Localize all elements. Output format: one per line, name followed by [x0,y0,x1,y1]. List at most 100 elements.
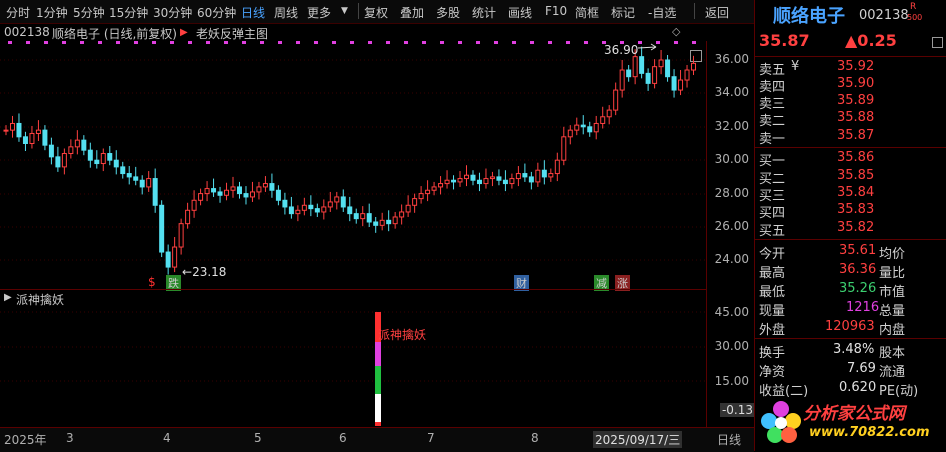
signal-dot [116,41,120,44]
ask1-price[interactable]: 35.87 [837,128,874,143]
main-chart-panel[interactable]: 36.90 ←23.18 $ 跌 财 减 涨 [0,41,706,291]
candle-body [152,178,158,206]
candle-body [626,69,632,78]
bid3-price[interactable]: 35.84 [837,185,874,200]
current-volume-label: 现量 [759,304,786,319]
bid1-price[interactable]: 35.86 [837,150,874,165]
candle-body [412,198,418,206]
candle-body [691,62,697,71]
candle-body [522,173,528,178]
diamond-icon[interactable]: ◇ [672,25,680,38]
watermark-logo: 分析家公式网 www.70822.com [759,397,945,449]
tab-daily[interactable]: 日线 [241,4,265,21]
dividend-marker[interactable]: $ [148,275,156,289]
y-tick: 34.00 [714,85,749,99]
candle-body [606,109,612,118]
chevron-down-icon[interactable]: ▼ [341,6,348,16]
signal-dot [26,41,30,44]
toolbar-divider [358,3,359,19]
candle-body [541,169,547,178]
candle-body [600,116,606,124]
quote-panel: 顺络电子 002138 R 500 35.87 ▲0.25 卖五 ¥ 35.92… [754,0,946,451]
bid5-label: 买五 [759,224,786,239]
ask4-price[interactable]: 35.90 [837,76,874,91]
candle-body [684,69,690,81]
signal-dot [368,41,372,44]
adjust-button[interactable]: 复权 [364,4,388,21]
candle-body [308,204,314,210]
candle-body [580,124,586,128]
candle-body [55,156,61,168]
signal-dot [656,41,660,44]
volume-ratio-label: 量比 [879,266,906,281]
expand-icon[interactable]: ▶ [180,27,188,38]
tab-30min[interactable]: 30分钟 [153,4,192,21]
signal-dot [530,41,534,44]
signal-bar-segment [375,342,381,366]
candle-body [314,208,320,213]
watchlist-remove-button[interactable]: -自选 [648,4,676,21]
y-tick: 26.00 [714,219,749,233]
candle-body [451,179,457,183]
candle-body [327,201,333,208]
bid5-price[interactable]: 35.82 [837,220,874,235]
signal-dot [332,41,336,44]
sub-y-tick: 30.00 [714,339,749,353]
tab-timeshare[interactable]: 分时 [6,4,30,21]
mark-button[interactable]: 标记 [611,4,635,21]
back-button[interactable]: 返回 [705,4,729,21]
candle-body [139,179,145,188]
indicator-name[interactable]: 老妖反弹主图 [196,25,268,42]
bid4-price[interactable]: 35.83 [837,202,874,217]
candle-body [496,176,502,181]
simple-frame-button[interactable]: 简框 [575,4,599,21]
candlestick-chart[interactable] [0,41,706,289]
tab-15min[interactable]: 15分钟 [109,4,148,21]
signal-dot [638,41,642,44]
candle-body [9,122,15,131]
candle-body [373,221,379,226]
candle-body [87,149,93,161]
panel-toggle-icon[interactable] [932,37,943,48]
candle-body [652,66,658,84]
signal-bar-segment [375,366,381,394]
ask5-price[interactable]: 35.92 [837,59,874,74]
statistics-button[interactable]: 统计 [472,4,496,21]
period-toolbar: 分时 1分钟 5分钟 15分钟 30分钟 60分钟 日线 周线 更多 ▼ 复权 … [0,0,754,24]
multi-stock-button[interactable]: 多股 [436,4,460,21]
f10-button[interactable]: F10 [545,4,567,18]
low-price-value: 23.18 [192,265,227,279]
bid2-price[interactable]: 35.85 [837,168,874,183]
signal-dot [458,41,462,44]
ask1-label: 卖一 [759,132,786,147]
candle-body [360,213,366,220]
signal-bar-chart[interactable] [0,290,706,428]
current-value-tag: -0.13 [719,403,755,417]
total-volume-label: 总量 [879,304,906,319]
tab-1min[interactable]: 1分钟 [36,4,68,21]
tab-60min[interactable]: 60分钟 [197,4,236,21]
candle-body [42,129,48,146]
tab-more[interactable]: 更多 [307,4,331,21]
candle-body [619,69,625,91]
candle-body [392,216,398,225]
signal-dot [224,41,228,44]
candle-body [262,183,268,188]
high-price-label: 36.90 [604,43,639,57]
sub-chart-panel[interactable]: ▶ 派神擒妖 派神擒妖 [0,289,706,428]
tab-weekly[interactable]: 周线 [274,4,298,21]
ask3-price[interactable]: 35.89 [837,93,874,108]
candle-body [567,129,573,138]
y-tick: 24.00 [714,252,749,266]
low-label: 最低 [759,285,786,300]
candle-body [74,139,80,148]
open-value: 35.61 [839,243,877,258]
y-tick: 36.00 [714,52,749,66]
candle-body [489,176,495,180]
ask2-price[interactable]: 35.88 [837,110,874,125]
eps-value: 0.620 [839,380,877,395]
overlay-button[interactable]: 叠加 [400,4,424,21]
draw-line-button[interactable]: 画线 [508,4,532,21]
signal-dot [314,41,318,44]
tab-5min[interactable]: 5分钟 [73,4,105,21]
